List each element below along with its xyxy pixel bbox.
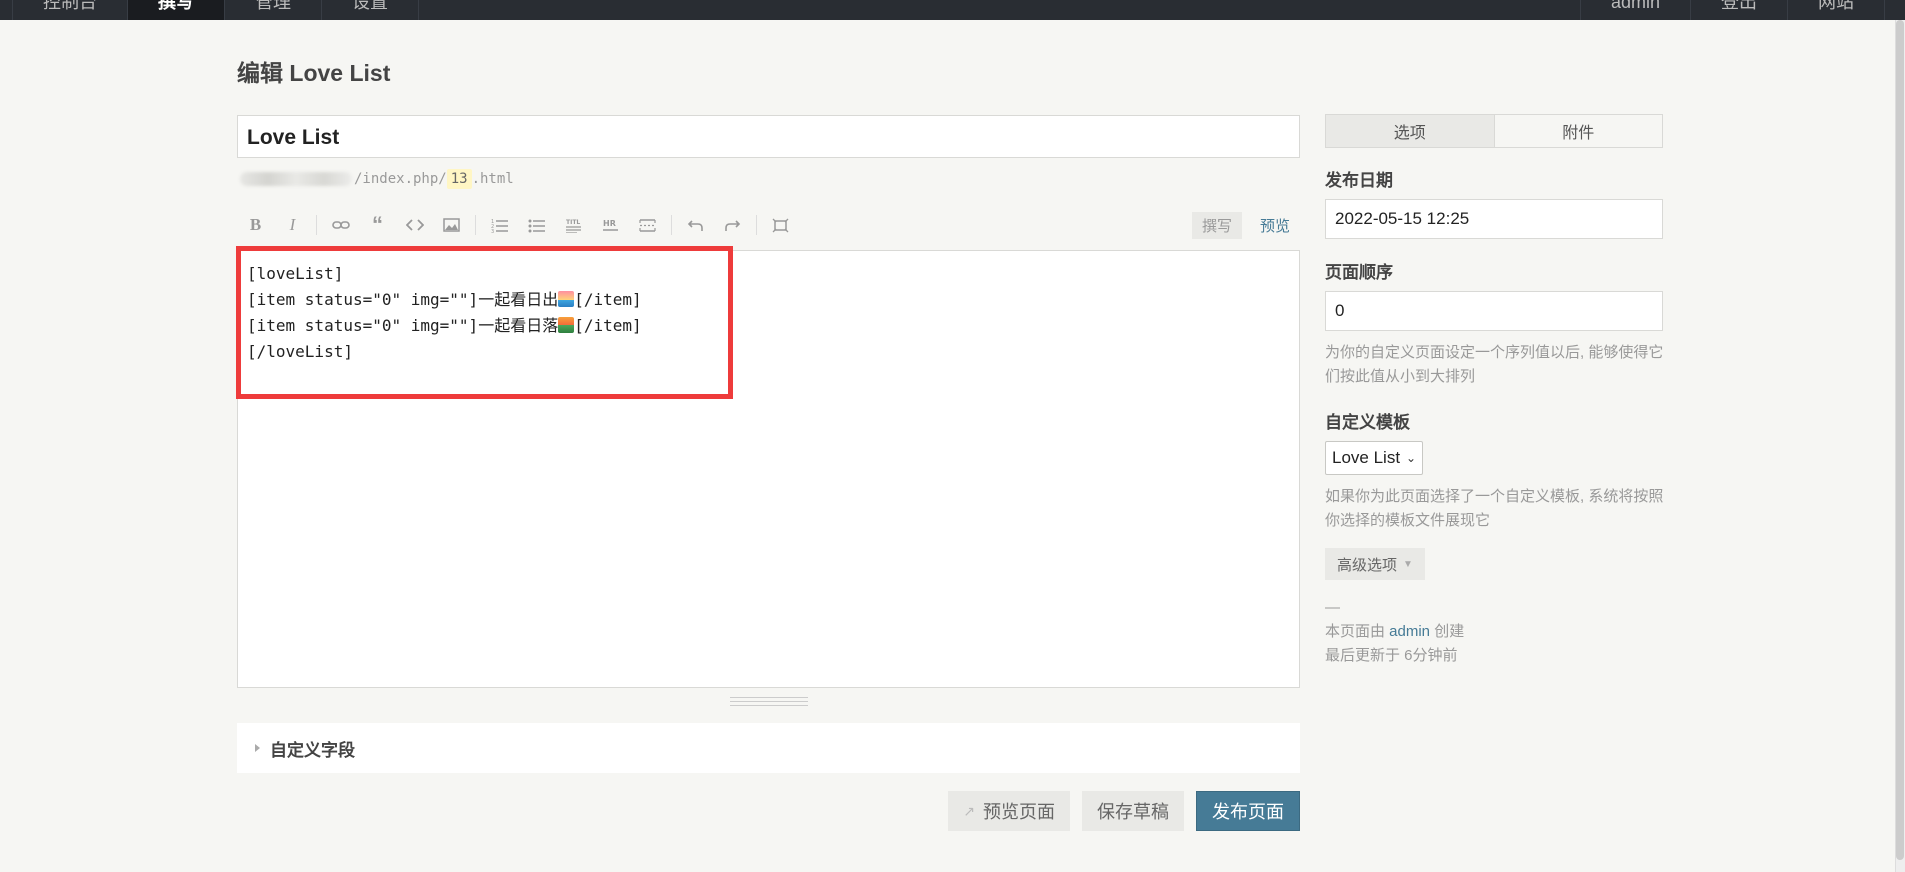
tab-attachments[interactable]: 附件 — [1494, 115, 1662, 147]
svg-text:TITL: TITL — [566, 219, 580, 226]
nav-manage[interactable]: 管理 — [225, 0, 322, 20]
custom-fields-toggle[interactable]: 自定义字段 — [237, 723, 1300, 773]
top-nav-right: admin 登出 网站 — [1579, 0, 1885, 20]
svg-text:HR: HR — [603, 219, 616, 228]
created-prefix: 本页面由 — [1325, 623, 1390, 640]
top-nav-left: 控制台 撰写 管理 设置 — [12, 0, 419, 20]
page-meta: — 本页面由 admin 创建 最后更新于 6分钟前 — [1325, 596, 1464, 668]
redacted-host — [240, 172, 352, 186]
preview-page-button[interactable]: ↗ 预览页面 — [948, 791, 1070, 831]
quote-icon[interactable]: “ — [359, 210, 396, 240]
custom-template-value: Love List — [1332, 448, 1401, 467]
nav-logout[interactable]: 登出 — [1691, 0, 1788, 20]
publish-date-label: 发布日期 — [1325, 171, 1393, 190]
editor-toolbar: B I “ 123 TITL HR 撰写 预览 — [237, 210, 1300, 240]
advanced-options-button[interactable]: 高级选项 ▼ — [1325, 548, 1425, 580]
ordered-list-icon[interactable]: 123 — [481, 210, 518, 240]
more-icon[interactable] — [629, 210, 666, 240]
custom-template-select[interactable]: Love List ⌄ — [1325, 441, 1424, 475]
unordered-list-icon[interactable] — [518, 210, 555, 240]
nav-user[interactable]: admin — [1581, 0, 1691, 20]
publish-page-button[interactable]: 发布页面 — [1196, 791, 1300, 831]
action-buttons: ↗ 预览页面 保存草稿 发布页面 — [948, 791, 1300, 831]
last-updated: 最后更新于 6分钟前 — [1325, 647, 1458, 664]
scrollbar-thumb[interactable] — [1896, 20, 1904, 860]
author-link[interactable]: admin — [1389, 623, 1430, 640]
created-suffix: 创建 — [1430, 623, 1465, 640]
link-icon[interactable] — [322, 210, 359, 240]
toolbar-divider — [671, 215, 672, 235]
page-order-field[interactable]: 0 — [1325, 291, 1663, 331]
page-title: 编辑 Love List — [237, 60, 391, 86]
image-icon[interactable] — [433, 210, 470, 240]
created-by: 本页面由 admin 创建 — [1325, 620, 1464, 644]
undo-icon[interactable] — [677, 210, 714, 240]
editor-resize-handle[interactable] — [730, 697, 808, 706]
tab-write[interactable]: 撰写 — [1191, 211, 1242, 239]
nav-settings[interactable]: 设置 — [322, 0, 419, 20]
bold-icon[interactable]: B — [237, 210, 274, 240]
code-icon[interactable] — [396, 210, 433, 240]
custom-template-label: 自定义模板 — [1325, 413, 1410, 432]
nav-dashboard[interactable]: 控制台 — [13, 0, 128, 20]
tab-options[interactable]: 选项 — [1326, 115, 1495, 147]
toolbar-divider — [756, 215, 757, 235]
nav-site[interactable]: 网站 — [1788, 0, 1885, 20]
italic-icon[interactable]: I — [274, 210, 311, 240]
permalink: /index.php/ 13 .html — [240, 169, 514, 189]
permalink-suffix: .html — [471, 171, 514, 187]
hr-icon[interactable]: HR — [592, 210, 629, 240]
preview-page-label: 预览页面 — [983, 802, 1055, 822]
sidebar-tabs: 选项 附件 — [1325, 114, 1663, 148]
custom-fields-label: 自定义字段 — [270, 740, 355, 760]
highlight-annotation — [236, 246, 733, 399]
permalink-prefix: /index.php/ — [354, 171, 447, 187]
svg-text:3: 3 — [491, 229, 494, 233]
permalink-slug[interactable]: 13 — [446, 169, 472, 189]
custom-template-description: 如果你为此页面选择了一个自定义模板, 系统将按照你选择的模板文件展现它 — [1325, 488, 1664, 529]
toolbar-divider — [316, 215, 317, 235]
caret-right-icon — [255, 744, 260, 752]
save-draft-button[interactable]: 保存草稿 — [1082, 791, 1184, 831]
title-input[interactable]: Love List — [237, 115, 1300, 158]
editor-mode-tabs: 撰写 预览 — [1191, 211, 1300, 239]
chevron-down-icon: ⌄ — [1406, 451, 1417, 465]
external-link-icon: ↗ — [963, 802, 975, 819]
nav-write[interactable]: 撰写 — [128, 0, 225, 20]
publish-date-field[interactable]: 2022-05-15 12:25 — [1325, 199, 1663, 239]
toolbar-divider — [475, 215, 476, 235]
heading-icon[interactable]: TITL — [555, 210, 592, 240]
page-order-description: 为你的自定义页面设定一个序列值以后, 能够使得它们按此值从小到大排列 — [1325, 344, 1664, 385]
redo-icon[interactable] — [714, 210, 751, 240]
tab-preview[interactable]: 预览 — [1250, 212, 1300, 239]
meta-divider: — — [1325, 599, 1340, 616]
fullscreen-icon[interactable] — [762, 210, 799, 240]
page-order-label: 页面顺序 — [1325, 263, 1393, 282]
caret-down-icon: ▼ — [1403, 558, 1413, 570]
advanced-options-label: 高级选项 — [1337, 556, 1398, 574]
